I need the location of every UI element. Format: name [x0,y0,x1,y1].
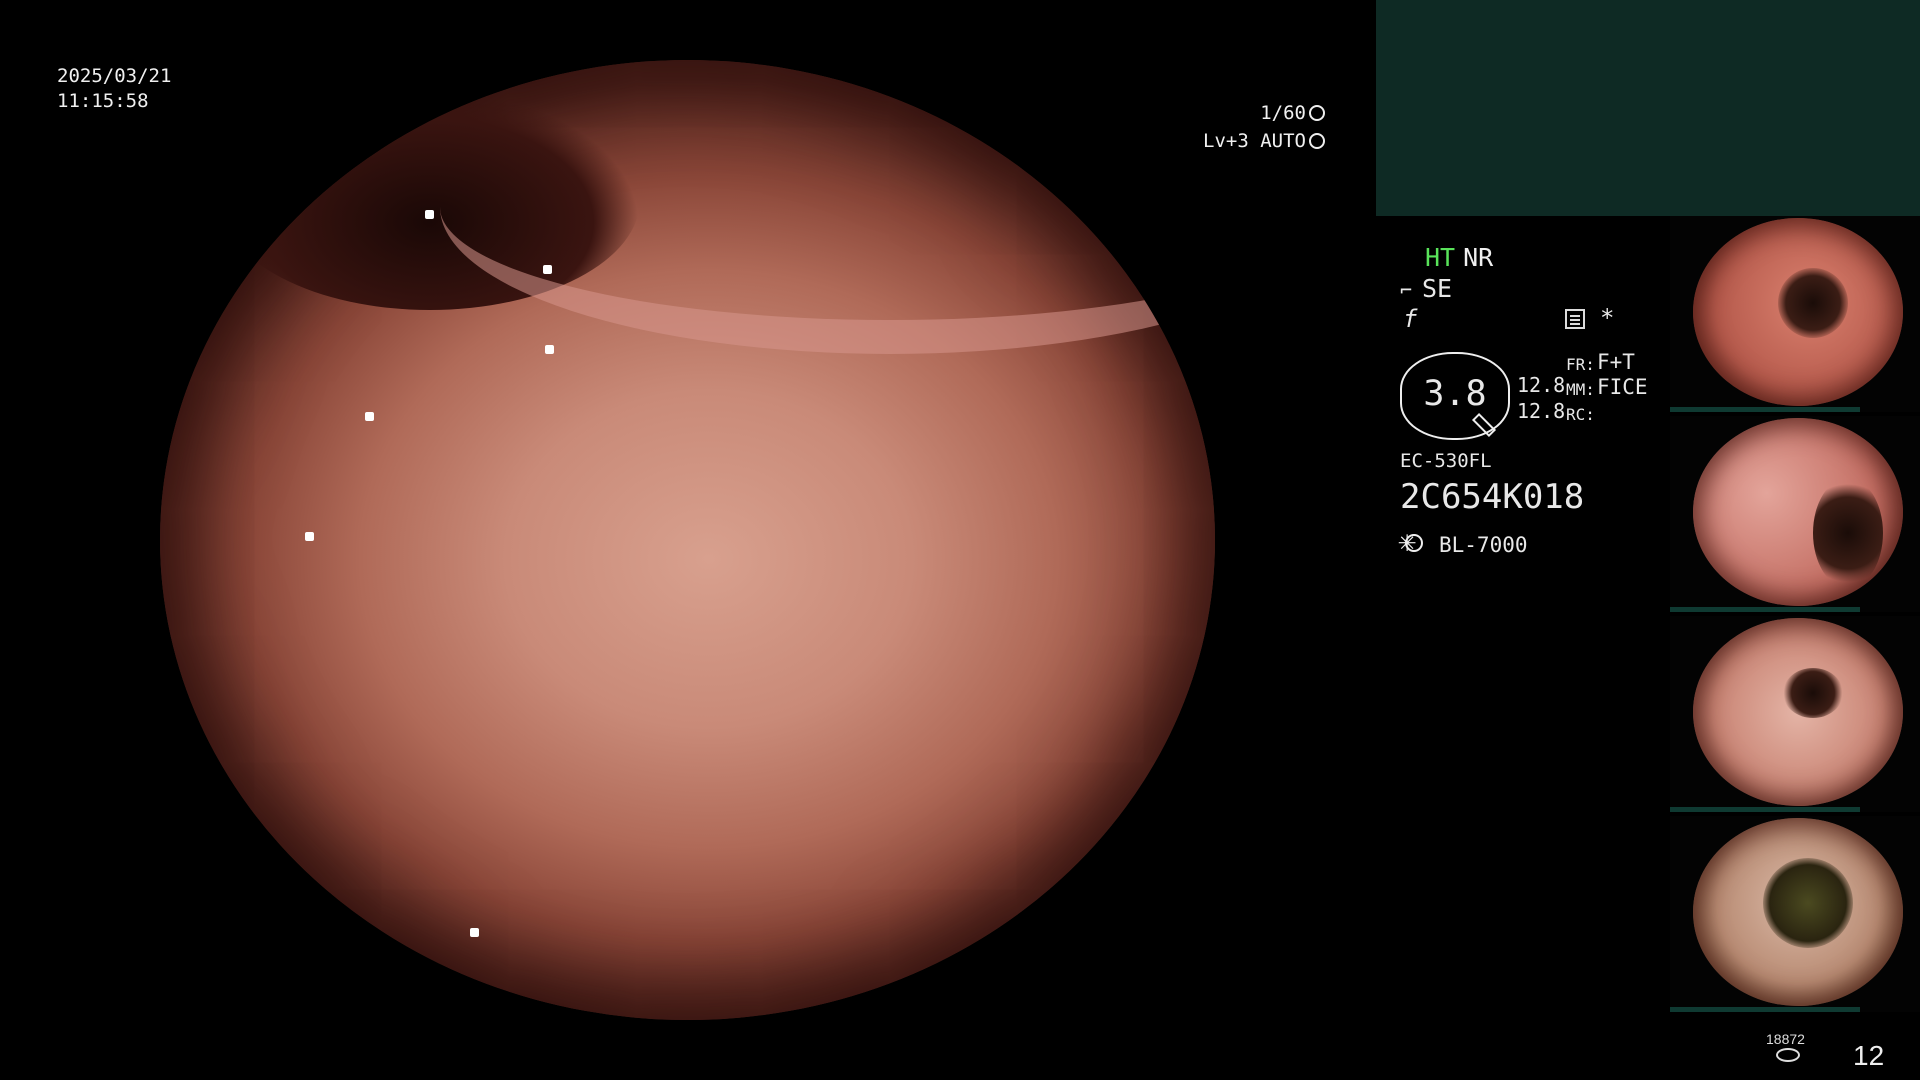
thumbnail-image [1693,818,1903,1006]
date-text: 2025/03/21 [57,65,172,87]
scope-serial: 2C654K018 [1400,477,1585,517]
mode-indicators: HT NR [1425,243,1493,272]
enhancement-icon: ⌐ [1400,278,1413,302]
image-counter: 18872 [1766,1031,1805,1047]
mm-value: FICE [1597,375,1648,399]
light-reflection [365,412,374,421]
thumbnail-bar [1670,1007,1860,1012]
function-symbol: f [1403,305,1418,333]
setting-num-bottom: 12.8 [1517,399,1566,423]
menu-icon [1565,309,1585,329]
mucosal-fold [440,60,1215,354]
lumen [1763,858,1853,948]
storage-icon [1776,1048,1800,1062]
rc-label: RC: [1566,405,1595,424]
captured-images-strip[interactable] [1670,216,1920,1022]
lumen [1783,668,1843,718]
setting-num-top: 12.8 [1517,373,1566,397]
light-source-icon [1398,524,1423,559]
ht-indicator: HT [1425,243,1456,272]
level-text: Lv+3 AUTO [1203,130,1306,152]
thumbnail-bar [1670,807,1860,812]
fr-label: FR: [1566,355,1595,374]
zoom-value: 3.8 [1423,374,1487,414]
lumen [1778,268,1848,338]
captured-thumbnail[interactable] [1670,816,1920,1012]
lumen [1813,478,1883,588]
captured-thumbnail[interactable] [1670,216,1920,412]
shutter-text: 1/60 [1260,102,1306,124]
light-source-label: BL-7000 [1439,533,1528,557]
light-reflection [425,210,434,219]
captured-thumbnail[interactable] [1670,416,1920,612]
mm-label: MM: [1566,380,1595,399]
auto-exposure-icon [1309,133,1325,149]
thumbnail-bar [1670,607,1860,612]
light-reflection [543,265,552,274]
shutter-icon [1309,105,1325,121]
se-label: SE [1422,274,1453,303]
light-reflection [470,928,479,937]
thumbnail-image [1693,618,1903,806]
captured-thumbnail[interactable] [1670,616,1920,812]
light-reflection [305,532,314,541]
thumbnail-image [1693,418,1903,606]
scope-model: EC-530FL [1400,450,1492,472]
info-header-panel [1376,0,1920,216]
exposure-readout: 1/60 Lv+3 AUTO [1175,99,1325,155]
thumbnail-bar [1670,407,1860,412]
structure-enhancement: ⌐ SE [1400,274,1452,303]
fr-value: F+T [1597,350,1635,374]
page-count: 12 [1853,1040,1885,1071]
star-indicator: * [1600,304,1615,332]
endoscope-live-view [160,60,1215,1020]
light-reflection [545,345,554,354]
thumbnail-image [1693,218,1903,406]
time-text: 11:15:58 [57,90,149,112]
timestamp: 2025/03/21 11:15:58 [57,64,171,114]
nr-indicator: NR [1463,243,1494,272]
